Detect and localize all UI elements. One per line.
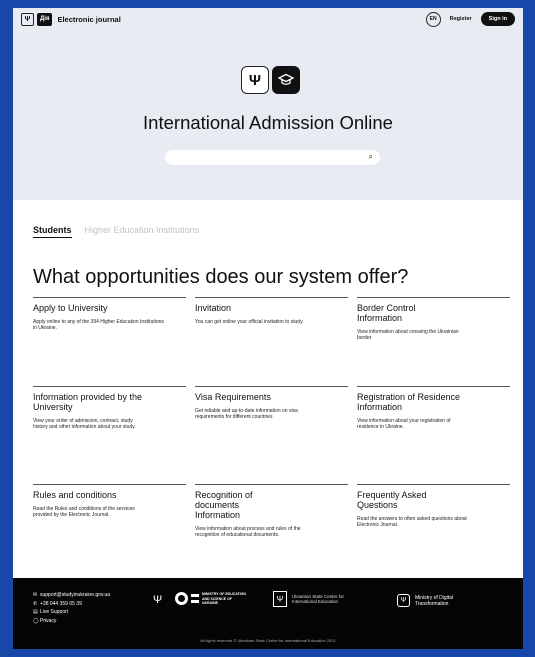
card-title: Rules and conditions	[33, 490, 117, 500]
chat-icon: ▤	[33, 609, 38, 615]
card-description: You can get online your official invitat…	[195, 319, 304, 325]
digital-ministry-text: Ministry of Digital Transformation	[415, 594, 454, 607]
privacy-text: Privacy	[40, 617, 57, 624]
card-invitation[interactable]: Invitation You can get online your offic…	[195, 297, 348, 325]
card-description: View your order of admission, contract, …	[33, 418, 136, 431]
card-rules[interactable]: Rules and conditions Read the Rules and …	[33, 484, 186, 518]
card-title: Recognition of documents Information	[195, 490, 253, 520]
trident-logo-icon: Ψ	[241, 66, 269, 94]
card-title: Information provided by the University	[33, 392, 143, 412]
card-visa[interactable]: Visa Requirements Get reliable and up-to…	[195, 386, 348, 420]
audience-tabs: Students Higher Education Institutions	[33, 225, 199, 238]
trident-icon[interactable]: Ψ	[21, 12, 34, 26]
card-description: Read the Rules and conditions of the ser…	[33, 506, 135, 519]
card-description: Get reliable and up-to-date information …	[195, 408, 298, 421]
card-apply[interactable]: Apply to University Apply online to any …	[33, 297, 186, 331]
card-description: Read the answers to often asked question…	[357, 516, 467, 529]
digital-ministry-logo[interactable]: Ψ Ministry of Digital Transformation	[397, 594, 485, 607]
phone-icon: ✆	[33, 600, 38, 607]
card-description: Apply online to any of the 394 Higher Ed…	[33, 319, 164, 332]
page: Ψ Дія Electronic journal EN Register Sig…	[13, 8, 523, 649]
ministry-education-text: MINISTRY OF EDUCATION AND SCIENCE OF UKR…	[202, 592, 246, 605]
sign-in-button[interactable]: Sign in	[480, 12, 515, 26]
state-center-text: Ukrainian State Center for International…	[292, 593, 345, 605]
graduation-cap-svg	[278, 73, 294, 85]
card-description: View information about your registration…	[357, 418, 451, 431]
graduation-cap-icon	[272, 66, 300, 94]
ministry-education-logo[interactable]: MINISTRY OF EDUCATION AND SCIENCE OF UKR…	[175, 592, 247, 606]
shield-icon: ◯	[33, 617, 39, 624]
card-title: Invitation	[195, 303, 232, 313]
top-right-controls: EN Register Sign in	[425, 11, 515, 27]
footer: ✉ support@studyinukraine.gov.ua ✆ +38 044 …	[13, 578, 523, 649]
footer-contacts: ✉ support@studyinukraine.gov.ua ✆ +38 044 …	[33, 591, 110, 625]
digital-ministry-emblem-icon: Ψ	[397, 594, 410, 607]
phone-link[interactable]: ✆ +38 044 359 05 39	[33, 600, 110, 609]
search-icon[interactable]: ⌕	[369, 152, 373, 162]
state-center-logo[interactable]: Ψ Ukrainian State Center for Internation…	[273, 591, 352, 607]
card-residence[interactable]: Registration of Residence Information Vi…	[357, 386, 510, 430]
page-title: International Admission Online	[143, 112, 393, 133]
top-bar: Ψ Дія Electronic journal EN Register Sig…	[13, 8, 523, 30]
card-university-info[interactable]: Information provided by the University V…	[33, 386, 186, 430]
email-text: support@studyinukraine.gov.ua	[40, 592, 111, 598]
tab-students[interactable]: Students	[33, 225, 72, 238]
search-input[interactable]: ⌕	[165, 150, 380, 165]
hero-section: Ψ Дія Electronic journal EN Register Sig…	[13, 8, 523, 200]
card-title: Frequently Asked Questions	[357, 490, 427, 510]
privacy-link[interactable]: ◯Privacy	[33, 617, 110, 626]
card-border-control[interactable]: Border Control Information View informat…	[357, 297, 510, 341]
footer-trident-icon: Ψ	[153, 594, 163, 606]
card-title: Visa Requirements	[195, 392, 271, 402]
card-faq[interactable]: Frequently Asked Questions Read the answ…	[357, 484, 510, 528]
ring-icon	[175, 592, 188, 606]
card-title: Apply to University	[33, 303, 108, 313]
card-title: Registration of Residence Information	[357, 392, 461, 412]
brand-name[interactable]: Electronic journal	[57, 15, 120, 24]
dia-logo[interactable]: Дія	[37, 12, 53, 26]
state-center-emblem-icon: Ψ	[273, 591, 287, 607]
live-support-text: Live Support	[40, 609, 69, 615]
copyright-text: All rights reserved © Ukrainian State Ce…	[200, 638, 336, 643]
card-title: Border Control Information	[357, 303, 416, 323]
hero-logos: Ψ	[241, 66, 300, 94]
mail-icon: ✉	[33, 592, 38, 598]
card-recognition[interactable]: Recognition of documents Information Vie…	[195, 484, 348, 538]
email-link[interactable]: ✉ support@studyinukraine.gov.ua	[33, 591, 110, 600]
tab-institutions[interactable]: Higher Education Institutions	[85, 225, 200, 238]
phone-text: +38 044 359 05 39	[40, 600, 82, 607]
card-description: View information about process and rules…	[195, 526, 301, 539]
section-heading: What opportunities does our system offer…	[33, 266, 409, 288]
language-switch[interactable]: EN	[425, 11, 441, 27]
equals-icon	[191, 594, 199, 604]
register-link[interactable]: Register	[450, 16, 472, 22]
card-description: View information about crossing the Ukra…	[357, 329, 459, 342]
live-support-link[interactable]: ▤ Live Support	[33, 608, 110, 617]
